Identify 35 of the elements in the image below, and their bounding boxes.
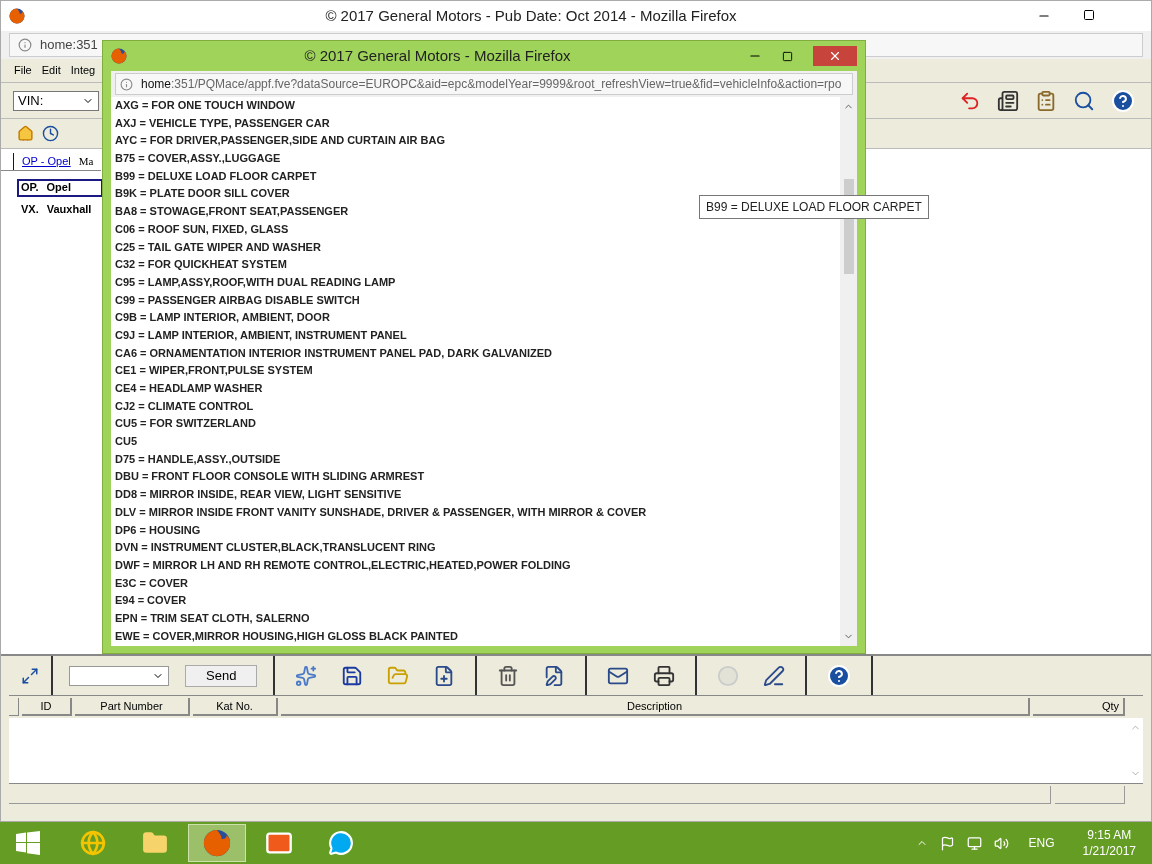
option-code-item: B99 = DELUXE LOAD FLOOR CARPET <box>115 168 317 184</box>
option-code-item: B75 = COVER,ASSY.,LUGGAGE <box>115 151 281 167</box>
option-code-item: DWF = MIRROR LH AND RH REMOTE CONTROL,ELECTRIC,HEATED,POWER FOLDING <box>115 557 571 573</box>
option-code-item: CJ2 = CLIMATE CONTROL <box>115 398 254 414</box>
option-code-item: CE1 = WIPER,FRONT,PULSE SYSTEM <box>115 363 313 379</box>
option-code-item: C9J = LAMP INTERIOR, AMBIENT, INSTRUMENT PANEL <box>115 327 407 343</box>
option-code-item: AXJ = VEHICLE TYPE, PASSENGER CAR <box>115 115 330 131</box>
option-code-item: CE4 = HEADLAMP WASHER <box>115 381 263 396</box>
option-code-item: AYC = FOR DRIVER,PASSENGER,SIDE AND CURTAIN AIR BAG <box>115 133 445 149</box>
popup-title: © 2017 General Motors - Mozilla Firefox <box>303 45 572 66</box>
option-code-item: DP6 = HOUSING <box>115 522 201 538</box>
option-code-item: C95 = LAMP,ASSY,ROOF,WITH DUAL READING LAMP <box>115 274 396 290</box>
column-label: Ma <box>78 154 94 169</box>
option-code-item: C99 = PASSENGER AIRBAG DISABLE SWITCH <box>115 292 360 308</box>
option-code-item: DVN = INSTRUMENT CLUSTER,BLACK,TRANSLUCENT RING <box>115 540 436 556</box>
option-code-item: C06 = ROOF SUN, FIXED, GLASS <box>115 221 289 237</box>
option-code-item: C25 = TAIL GATE WIPER AND WASHER <box>115 239 321 255</box>
option-code-item: DBU = FRONT FLOOR CONSOLE WITH SLIDING ARMREST <box>115 469 425 485</box>
option-code-item: C9B = LAMP INTERIOR, AMBIENT, DOOR <box>115 310 330 326</box>
option-code-item: C32 = FOR QUICKHEAT SYSTEM <box>115 257 287 273</box>
option-code-item: AXG = FOR ONE TOUCH WINDOW <box>115 98 295 113</box>
option-code-item: D75 = HANDLE,ASSY.,OUTSIDE <box>115 451 281 467</box>
option-code-item: CU5 <box>115 434 137 450</box>
option-code-item: DD8 = MIRROR INSIDE, REAR VIEW, LIGHT SENSITIVE <box>115 487 402 503</box>
option-code-item: BA8 = STOWAGE,FRONT SEAT,PASSENGER <box>115 204 349 220</box>
tooltip: B99 = DELUXE LOAD FLOOR CARPET <box>699 195 929 219</box>
option-code-item: DLV = MIRROR INSIDE FRONT VANITY SUNSHADE, DRIVER & PASSENGER, WITH MIRROR & COVER <box>115 504 647 520</box>
option-code-item: E3C = COVER <box>115 575 189 591</box>
option-code-item: E94 = COVER <box>115 593 187 609</box>
option-code-item: CA6 = ORNAMENTATION INTERIOR INSTRUMENT PANEL PAD, DARK GALVANIZED <box>115 345 553 361</box>
option-code-item: CU5 = FOR SWITZERLAND <box>115 416 256 432</box>
window-title: © 2017 General Motors - Pub Date: Oct 2014 - Mozilla Firefox <box>324 5 738 26</box>
option-code-item: B9K = PLATE DOOR SILL COVER <box>115 186 290 202</box>
option-code-item: EWE = COVER,MIRROR HOUSING,HIGH GLOSS BLACK PAINTED <box>115 628 458 644</box>
option-code-item: EPN = TRIM SEAT CLOTH, SALERNO <box>115 610 310 626</box>
